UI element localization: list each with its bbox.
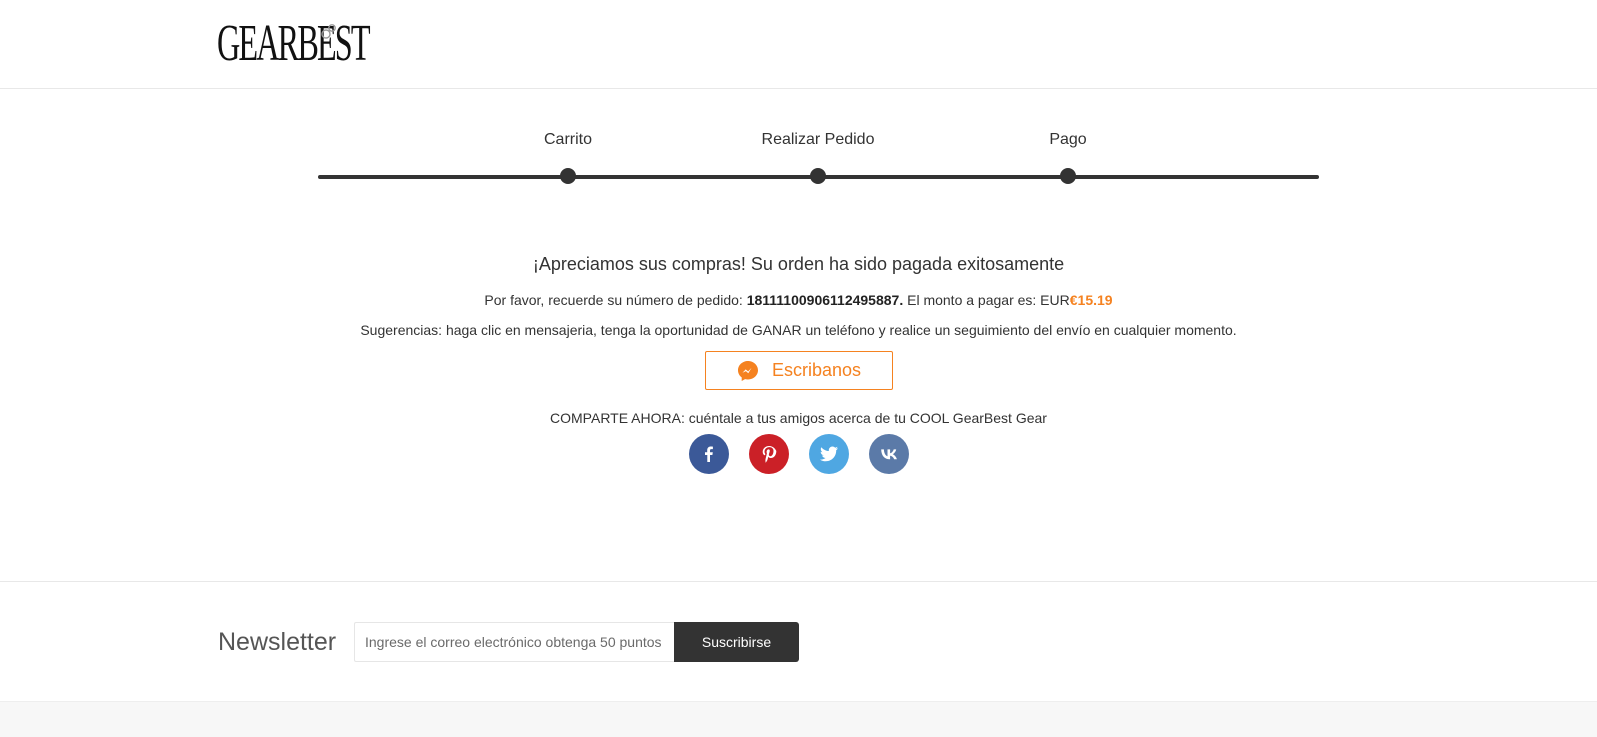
step-label: Realizar Pedido [761,131,875,148]
step-cart: Carrito [468,130,668,184]
vk-icon [880,449,897,460]
messenger-icon [737,360,758,381]
vk-share-button[interactable] [868,434,909,474]
subscribe-button[interactable]: Suscribirse [674,622,799,662]
twitter-share-button[interactable] [808,434,849,474]
checkout-progress: Carrito Realizar Pedido Pago [318,130,1319,190]
twitter-icon [819,446,838,462]
step-label: Carrito [543,131,592,148]
facebook-share-button[interactable] [688,434,729,474]
site-header: GEARBEST [0,0,1597,89]
newsletter-title: Newsletter [218,628,337,656]
tips-text: Sugerencias: haga clic en mensajeria, te… [360,322,1237,338]
pinterest-share-button[interactable] [748,434,789,474]
gear-logo-icon [321,24,336,39]
footer [0,701,1597,737]
step-payment: Pago [968,130,1168,184]
facebook-icon [704,446,713,462]
step-dot [810,168,826,184]
share-text: COMPARTE AHORA: cuéntale a tus amigos ac… [550,410,1047,426]
order-amount: €15.19 [1069,292,1113,308]
order-info: Por favor, recuerde su número de pedido:… [0,290,1597,310]
confirmation-heading: ¡Apreciamos sus compras! Su orden ha sid… [532,254,1065,274]
step-dot [1060,168,1076,184]
newsletter-email-input[interactable] [354,622,674,662]
step-label: Pago [1049,131,1087,148]
amount-prefix: El monto a pagar es: EUR [907,292,1070,308]
pinterest-icon [762,446,776,463]
newsletter-section: Newsletter Suscribirse [0,581,1597,701]
step-dot [560,168,576,184]
messenger-button-label: Escribanos [771,360,862,380]
gearbest-logo[interactable]: GEARBEST [217,18,462,70]
messenger-button[interactable]: Escribanos [704,351,893,390]
order-confirmation: ¡Apreciamos sus compras! Su orden ha sid… [0,250,1597,474]
order-number: 18111100906112495887. [746,292,904,308]
step-place-order: Realizar Pedido [718,130,918,184]
order-prefix: Por favor, recuerde su número de pedido: [484,292,743,308]
logo-wordmark: GEARBEST [217,15,371,72]
social-share-list [0,434,1597,474]
